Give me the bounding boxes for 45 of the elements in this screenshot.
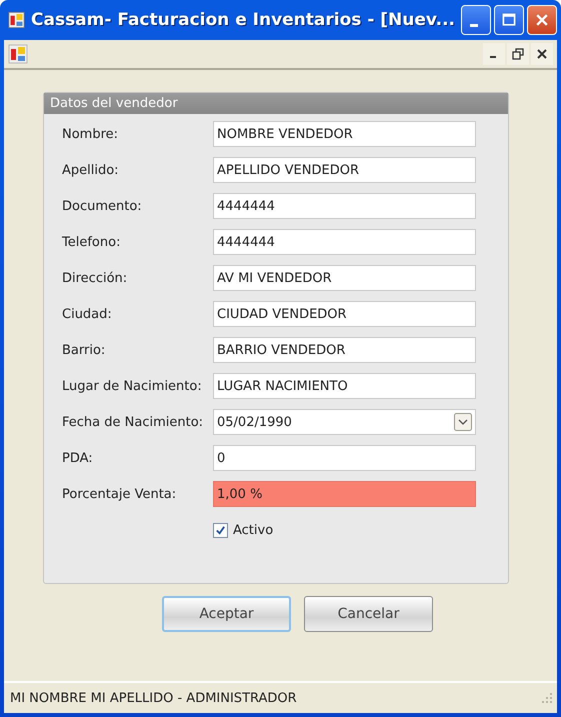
input-field[interactable]: NOMBRE VENDEDOR <box>213 121 476 147</box>
input-field[interactable]: APELLIDO VENDEDOR <box>213 157 476 183</box>
field-label: Nombre: <box>62 126 120 142</box>
cancel-button[interactable]: Cancelar <box>304 596 433 632</box>
field-label: Porcentaje Venta: <box>62 486 178 502</box>
field-label: Documento: <box>62 198 143 214</box>
input-field[interactable]: BARRIO VENDEDOR <box>213 337 476 363</box>
minimize-button[interactable] <box>461 5 491 35</box>
field-label: Dirección: <box>62 270 128 286</box>
accept-button[interactable]: Aceptar <box>162 596 291 632</box>
app-icon <box>8 44 28 64</box>
close-button[interactable] <box>531 43 553 65</box>
input-field[interactable]: LUGAR NACIMIENTO <box>213 373 476 399</box>
resize-grip-icon[interactable] <box>541 692 553 704</box>
close-icon <box>534 12 550 28</box>
minimize-button[interactable] <box>483 43 505 65</box>
group-title: Datos del vendedor <box>44 93 508 114</box>
maximize-icon <box>501 12 517 28</box>
input-field[interactable]: 4444444 <box>213 193 476 219</box>
app-icon <box>8 9 25 31</box>
input-field[interactable]: AV MI VENDEDOR <box>213 265 476 291</box>
minimize-icon <box>490 56 496 58</box>
field-label: Apellido: <box>62 162 120 178</box>
field-label: PDA: <box>62 450 94 466</box>
field-label: Fecha de Nacimiento: <box>62 414 204 430</box>
close-icon <box>536 48 548 60</box>
restore-button[interactable] <box>507 43 529 65</box>
input-field[interactable]: 0 <box>213 445 476 471</box>
field-label: Lugar de Nacimiento: <box>62 378 203 394</box>
dropdown-icon[interactable] <box>454 413 472 431</box>
field-label: Ciudad: <box>62 306 113 322</box>
maximize-button[interactable] <box>494 5 524 35</box>
close-button[interactable] <box>527 5 557 35</box>
status-text: MI NOMBRE MI APELLIDO - ADMINISTRADOR <box>10 690 297 706</box>
active-checkbox[interactable]: Activo <box>213 522 274 538</box>
input-field[interactable]: 4444444 <box>213 229 476 255</box>
checkbox[interactable] <box>213 522 228 538</box>
window-title: Cassam- Facturacion e Inventarios - [Nuev... <box>31 10 455 30</box>
field-label: Telefono: <box>62 234 122 250</box>
field-label: Barrio: <box>62 342 106 358</box>
input-field[interactable]: 1,00 % <box>213 481 476 507</box>
date-picker[interactable]: 05/02/1990 <box>213 409 476 435</box>
input-field[interactable]: CIUDAD VENDEDOR <box>213 301 476 327</box>
restore-icon <box>512 48 524 60</box>
minimize-icon <box>470 24 478 26</box>
